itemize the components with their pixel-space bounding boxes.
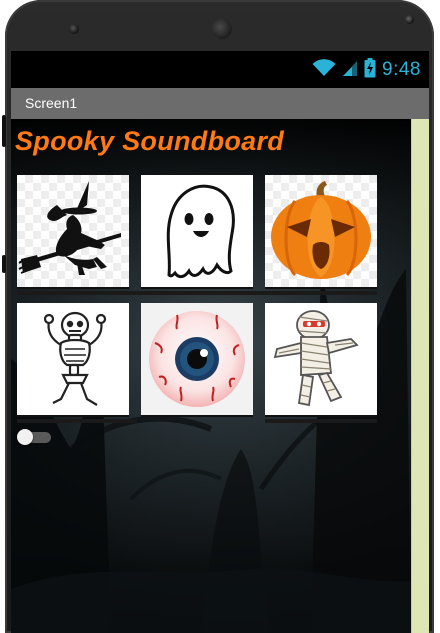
skeleton-icon [43,311,107,406]
witch-icon [18,181,121,275]
witch-sound-button[interactable] [17,175,129,287]
wifi-icon [312,58,336,82]
battery-charging-icon [364,57,376,83]
ghost-icon [166,184,235,279]
app-title: Spooky Soundboard [15,126,285,156]
mute-switch[interactable] [17,429,53,445]
mummy-icon [273,310,359,407]
proximity-sensor [405,15,414,24]
switch-thumb [17,429,33,445]
status-time: 9:48 [382,59,421,80]
pumpkin-icon [271,181,371,279]
row-divider [17,291,377,295]
phone-frame: 9:48 Screen1 Spooky Soundboard [0,0,440,633]
device-screen: 9:48 Screen1 Spooky Soundboard [11,51,429,633]
pumpkin-sound-button[interactable] [265,175,377,287]
front-camera [69,24,79,34]
app-title-bar: Screen1 [11,88,429,119]
row-divider [265,419,377,423]
earpiece-speaker [212,19,232,39]
screen-content: Spooky Soundboard [11,119,429,633]
vertical-scrollbar[interactable] [411,119,429,633]
ghost-sound-button[interactable] [141,175,253,287]
volume-button[interactable] [2,115,6,147]
eyeball-sound-button[interactable] [141,303,253,415]
power-button[interactable] [2,255,6,273]
status-bar: 9:48 [11,51,429,88]
eyeball-icon [149,311,245,407]
skeleton-sound-button[interactable] [17,303,129,415]
mummy-sound-button[interactable] [265,303,377,415]
status-icons: 9:48 [312,57,421,83]
cell-signal-icon [342,59,358,82]
screen-title: Screen1 [25,95,78,111]
row-divider [17,419,137,423]
